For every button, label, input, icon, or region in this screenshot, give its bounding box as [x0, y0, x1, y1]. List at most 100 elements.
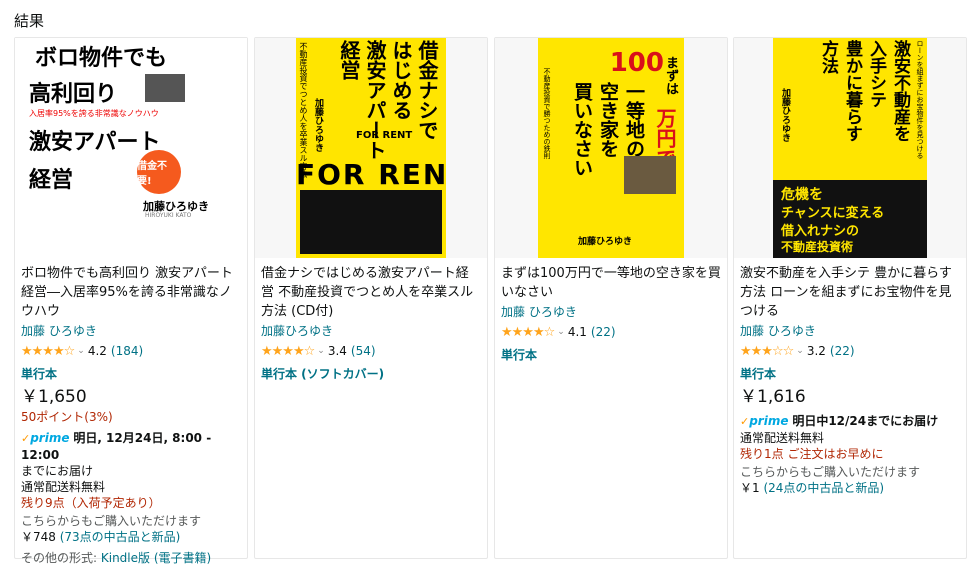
- rating-row[interactable]: ★★★★☆ ⌄ 4.1 (22): [501, 322, 721, 342]
- building-photo: [145, 74, 185, 102]
- price[interactable]: ￥1,650: [21, 385, 241, 409]
- product-info: ボロ物件でも高利回り 激安アパート経営―入居率95%を誇る非常識なノウハウ 加藤…: [21, 264, 241, 566]
- other-formats: その他の形式: Kindle版 (電子書籍): [21, 550, 241, 566]
- cover-text: 高利回り: [29, 82, 118, 107]
- cover-author: 加藤ひろゆき: [780, 88, 790, 142]
- cover-text: チャンスに変える: [781, 206, 885, 221]
- cover-text: 100: [609, 48, 664, 78]
- cover-text: 入居率95%を誇る非常識なノウハウ: [29, 109, 159, 118]
- star-rating-icon[interactable]: ★★★★☆: [501, 325, 555, 340]
- star-rating-icon[interactable]: ★★★★☆: [21, 344, 75, 359]
- cover-text: ボロ物件でも: [35, 46, 168, 71]
- cover-text: 激安アパート: [29, 130, 161, 155]
- format-link[interactable]: 単行本: [21, 366, 241, 383]
- prime-check-icon: ✓: [740, 415, 750, 428]
- star-rating-icon[interactable]: ★★★★☆: [261, 344, 315, 359]
- cover-text: 借金ナシで: [415, 40, 439, 140]
- star-rating-icon[interactable]: ★★★☆☆: [740, 344, 794, 359]
- cover-subtitle: 不動産投資で勝つための鉄則: [543, 68, 551, 159]
- product-image[interactable]: ローンを組まずにお宝物件を見つける 激安不動産を 入手シテ 豊かに暮らす 方法 …: [734, 38, 966, 258]
- rating-count-link[interactable]: (22): [830, 344, 855, 358]
- product-card[interactable]: まずは 100 万円で 一等地の 空き家を 買いなさい 不動産投資で勝つための鉄…: [494, 37, 728, 559]
- points: 50ポイント(3%): [21, 410, 113, 424]
- prime-delivery: ✓prime 明日中12/24までにお届け: [740, 413, 960, 430]
- used-price: ￥1: [740, 481, 760, 495]
- cover-text: 買いなさい: [571, 82, 593, 177]
- cover-text: 経営: [337, 40, 361, 80]
- results-heading: 結果: [14, 12, 45, 30]
- chevron-down-icon[interactable]: ⌄: [796, 346, 804, 356]
- prime-delivery: ✓prime 明日, 12月24日, 8:00 - 12:00: [21, 430, 241, 463]
- cover-subtitle: ローンを組まずにお宝物件を見つける: [916, 40, 924, 159]
- used-offers: ￥1 (24点の中古品と新品): [740, 480, 960, 496]
- prime-logo-icon: prime: [30, 431, 70, 445]
- product-title-link[interactable]: 激安不動産を入手シテ 豊かに暮らす方法 ローンを組まずにお宝物件を見つける: [740, 264, 960, 321]
- delivery-date: 明日中12/24までにお届け: [792, 414, 939, 428]
- cover-text: 一等地の: [623, 82, 645, 158]
- rating-value: 4.1: [567, 325, 587, 339]
- rating-count-link[interactable]: (184): [111, 344, 143, 358]
- cover-text: 不動産投資術: [781, 240, 854, 254]
- prime-logo-icon: prime: [749, 414, 789, 428]
- product-card[interactable]: 借金ナシで はじめる 激安アパート 経営 不動産投資でつとめ人を卒業スル方法 加…: [254, 37, 488, 559]
- shipping-info: 通常配送料無料: [21, 480, 106, 494]
- product-card[interactable]: ボロ物件でも 高利回り 入居率95%を誇る非常識なノウハウ 激安アパート 経営 …: [14, 37, 248, 565]
- author-link[interactable]: 加藤ひろゆき: [261, 322, 481, 340]
- product-info: 借金ナシではじめる激安アパート経営 不動産投資でつとめ人を卒業スル方法 (CD付…: [261, 264, 481, 383]
- rating-count-link[interactable]: (54): [351, 344, 376, 358]
- book-cover[interactable]: まずは 100 万円で 一等地の 空き家を 買いなさい 不動産投資で勝つための鉄…: [538, 38, 684, 258]
- product-image[interactable]: まずは 100 万円で 一等地の 空き家を 買いなさい 不動産投資で勝つための鉄…: [495, 38, 727, 258]
- other-buy-label: こちらからもご購入いただけます: [21, 514, 202, 528]
- author-link[interactable]: 加藤 ひろゆき: [21, 322, 241, 340]
- rating-value: 3.4: [327, 344, 347, 358]
- cover-author: 加藤ひろゆき: [313, 98, 323, 152]
- other-formats-label: その他の形式:: [21, 551, 98, 565]
- format-link[interactable]: 単行本: [501, 347, 721, 364]
- chevron-down-icon[interactable]: ⌄: [317, 346, 325, 356]
- cover-text: 危機を: [781, 187, 823, 203]
- author-link[interactable]: 加藤 ひろゆき: [501, 303, 721, 321]
- product-image[interactable]: ボロ物件でも 高利回り 入居率95%を誇る非常識なノウハウ 激安アパート 経営 …: [15, 38, 247, 258]
- format-link[interactable]: 単行本: [740, 366, 960, 383]
- cover-text: 入手シテ: [866, 40, 886, 108]
- cover-text: FOR RENT: [356, 130, 413, 141]
- format-link[interactable]: 単行本 (ソフトカバー): [261, 366, 481, 383]
- kindle-format-link[interactable]: Kindle版 (電子書籍): [101, 551, 211, 565]
- product-image[interactable]: 借金ナシで はじめる 激安アパート 経営 不動産投資でつとめ人を卒業スル方法 加…: [255, 38, 487, 258]
- product-info: 激安不動産を入手シテ 豊かに暮らす方法 ローンを組まずにお宝物件を見つける 加藤…: [740, 264, 960, 496]
- stock-status: 残り1点 ご注文はお早めに: [740, 447, 884, 461]
- used-offers-link[interactable]: (73点の中古品と新品): [60, 530, 181, 544]
- other-buy-label: こちらからもご購入いただけます: [740, 465, 921, 479]
- used-offers: ￥748 (73点の中古品と新品): [21, 529, 241, 545]
- chevron-down-icon[interactable]: ⌄: [77, 346, 85, 356]
- rating-row[interactable]: ★★★☆☆ ⌄ 3.2 (22): [740, 341, 960, 361]
- product-card[interactable]: ローンを組まずにお宝物件を見つける 激安不動産を 入手シテ 豊かに暮らす 方法 …: [733, 37, 967, 559]
- rating-row[interactable]: ★★★★☆ ⌄ 3.4 (54): [261, 341, 481, 361]
- cover-text: 激安アパート: [363, 40, 387, 160]
- rating-value: 4.2: [87, 344, 107, 358]
- rating-row[interactable]: ★★★★☆ ⌄ 4.2 (184): [21, 341, 241, 361]
- book-cover[interactable]: ローンを組まずにお宝物件を見つける 激安不動産を 入手シテ 豊かに暮らす 方法 …: [773, 38, 927, 258]
- book-cover[interactable]: ボロ物件でも 高利回り 入居率95%を誇る非常識なノウハウ 激安アパート 経営 …: [15, 38, 247, 258]
- used-offers-link[interactable]: (24点の中古品と新品): [763, 481, 884, 495]
- cover-text: 空き家を: [597, 82, 619, 158]
- shipping-info: 通常配送料無料: [740, 431, 825, 445]
- product-title-link[interactable]: ボロ物件でも高利回り 激安アパート経営―入居率95%を誇る非常識なノウハウ: [21, 264, 241, 321]
- cover-text: FOR RENT: [296, 158, 446, 191]
- rating-value: 3.2: [806, 344, 826, 358]
- author-link[interactable]: 加藤 ひろゆき: [740, 322, 960, 340]
- product-info: まずは100万円で一等地の空き家を買いなさい 加藤 ひろゆき ★★★★☆ ⌄ 4…: [501, 264, 721, 364]
- stock-status: 残り9点（入荷予定あり）: [21, 496, 161, 510]
- chevron-down-icon[interactable]: ⌄: [557, 327, 565, 337]
- book-cover[interactable]: 借金ナシで はじめる 激安アパート 経営 不動産投資でつとめ人を卒業スル方法 加…: [296, 38, 446, 258]
- rating-count-link[interactable]: (22): [591, 325, 616, 339]
- cover-text: 豊かに暮らす: [842, 40, 862, 142]
- product-title-link[interactable]: まずは100万円で一等地の空き家を買いなさい: [501, 264, 721, 302]
- product-title-link[interactable]: 借金ナシではじめる激安アパート経営 不動産投資でつとめ人を卒業スル方法 (CD付…: [261, 264, 481, 321]
- cover-text: はじめる: [389, 40, 413, 120]
- cover-bottom-band: [300, 190, 442, 254]
- cover-author-romaji: HIROYUKI KATO: [145, 212, 192, 219]
- cover-author: 加藤ひろゆき: [578, 237, 633, 247]
- price[interactable]: ￥1,616: [740, 385, 960, 409]
- used-price: ￥748: [21, 530, 56, 544]
